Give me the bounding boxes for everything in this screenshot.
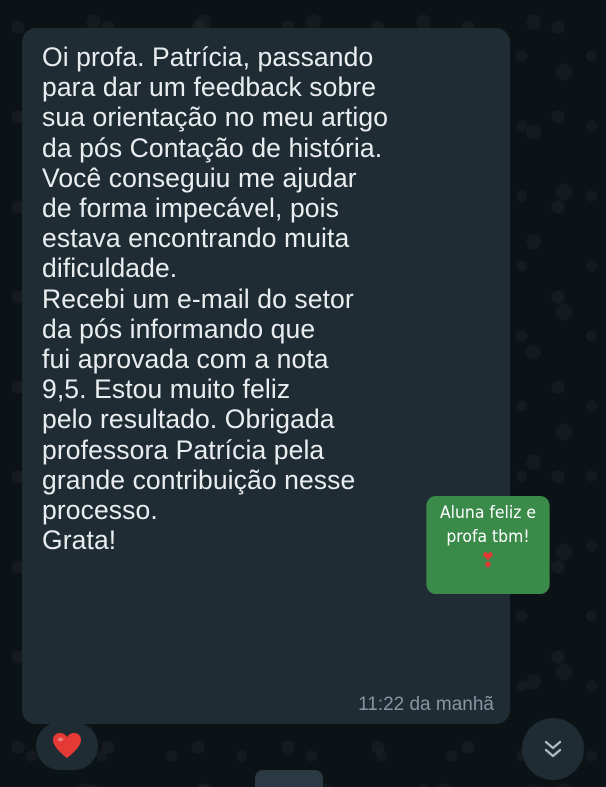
message-text: Oi profa. Patrícia, passando para dar um…	[42, 42, 389, 556]
message-timestamp: 11:22 da manhã	[358, 694, 494, 715]
scroll-to-bottom-button[interactable]	[522, 718, 584, 780]
sticker-line-1: Aluna feliz e	[439, 503, 537, 523]
double-chevron-down-icon	[544, 740, 562, 758]
next-message-edge	[255, 770, 323, 787]
annotation-sticker: Aluna feliz e profa tbm! ❣	[426, 496, 550, 594]
message-bubble[interactable]: Oi profa. Patrícia, passando para dar um…	[22, 28, 510, 724]
red-heart-icon	[53, 732, 81, 759]
sticker-line-2: profa tbm!	[446, 527, 530, 547]
message-reaction[interactable]	[36, 722, 98, 770]
heart-exclamation-icon: ❣	[480, 548, 496, 572]
